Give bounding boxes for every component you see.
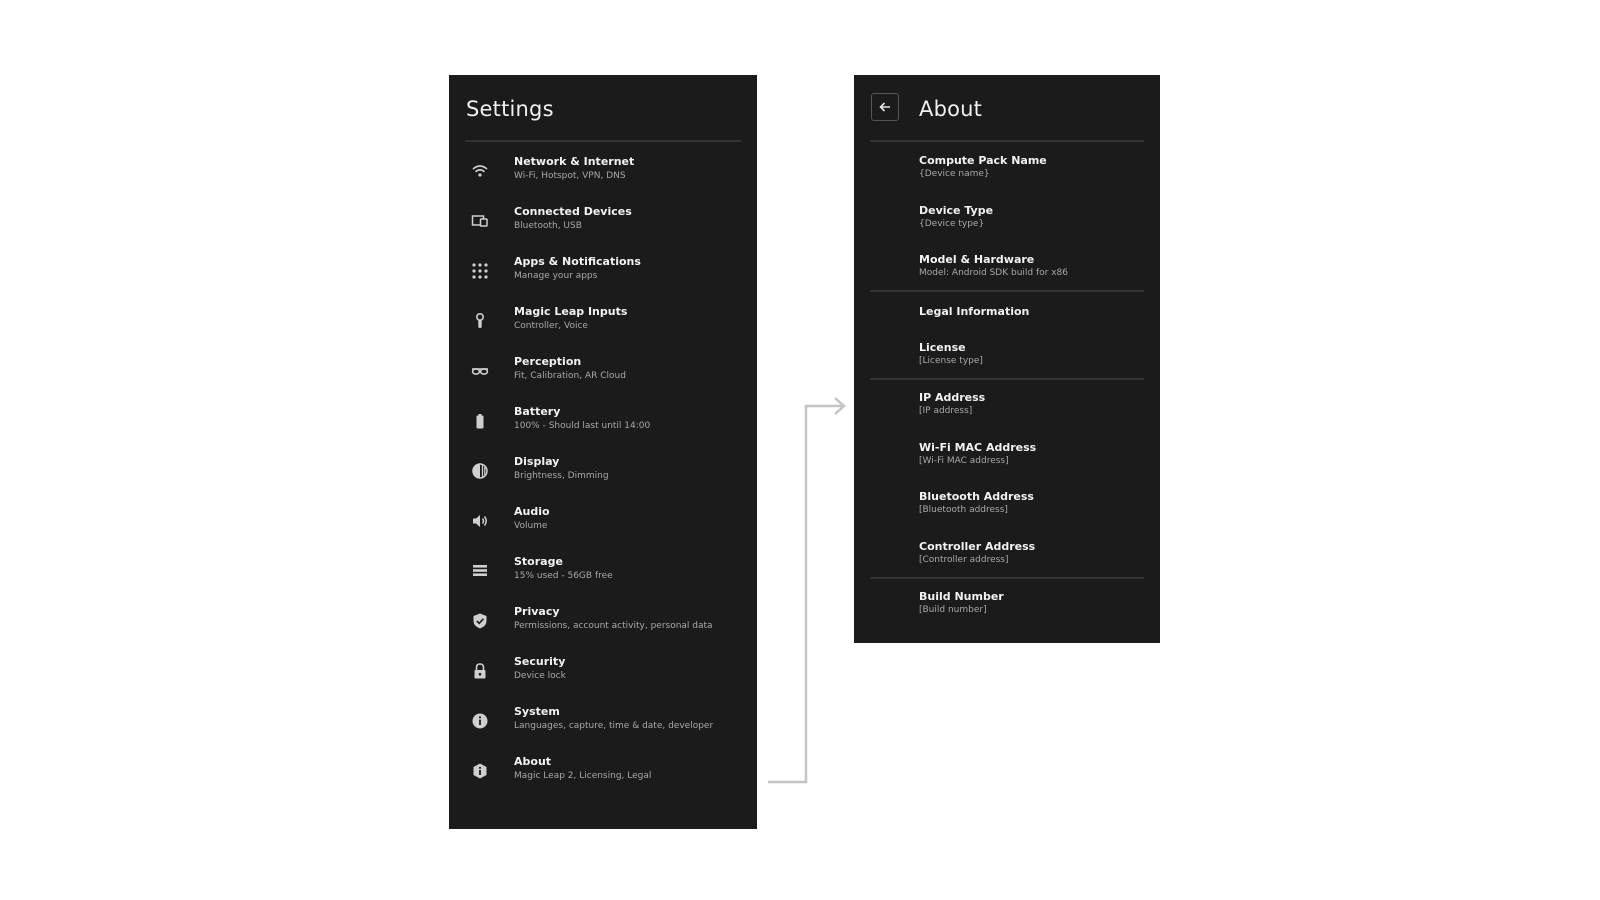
about-item-compute-pack-name[interactable]: Compute Pack Name {Device name} bbox=[854, 151, 1160, 195]
about-item-value: [IP address] bbox=[919, 406, 973, 416]
about-item-bluetooth-address[interactable]: Bluetooth Address [Bluetooth address] bbox=[854, 487, 1160, 531]
flow-connector-arrow bbox=[768, 397, 846, 784]
about-item-label: Device Type bbox=[919, 204, 994, 217]
about-item-license[interactable]: License [License type] bbox=[854, 338, 1160, 382]
about-item-value: [Controller address] bbox=[919, 555, 1009, 565]
back-button[interactable] bbox=[871, 93, 899, 121]
arrow-left-icon bbox=[878, 100, 892, 114]
about-item-label: Wi-Fi MAC Address bbox=[919, 441, 1037, 454]
about-item-label: Controller Address bbox=[919, 540, 1036, 553]
about-item-device-type[interactable]: Device Type {Device type} bbox=[854, 201, 1160, 245]
section-divider bbox=[870, 290, 1144, 292]
about-item-controller-address[interactable]: Controller Address [Controller address] bbox=[854, 537, 1160, 581]
about-title-divider bbox=[870, 140, 1144, 142]
about-item-value: [License type] bbox=[919, 356, 983, 366]
about-item-value: {Device name} bbox=[919, 169, 990, 179]
section-divider bbox=[870, 577, 1144, 579]
about-item-build-number[interactable]: Build Number [Build number] bbox=[854, 587, 1160, 631]
about-item-label: Bluetooth Address bbox=[919, 490, 1034, 503]
about-item-value: {Device type} bbox=[919, 219, 985, 229]
about-item-value: [Build number] bbox=[919, 605, 987, 615]
about-item-label: Compute Pack Name bbox=[919, 154, 1047, 167]
about-item-label: IP Address bbox=[919, 391, 986, 404]
about-item-value: [Bluetooth address] bbox=[919, 505, 1008, 515]
about-item-label: License bbox=[919, 341, 966, 354]
about-item-model-hardware[interactable]: Model & Hardware Model: Android SDK buil… bbox=[854, 250, 1160, 294]
about-item-value: Model: Android SDK build for x86 bbox=[919, 268, 1068, 278]
about-item-value: [Wi-Fi MAC address] bbox=[919, 456, 1009, 466]
about-item-label: Build Number bbox=[919, 590, 1004, 603]
about-panel: About Compute Pack Name {Device name} De… bbox=[854, 75, 1160, 643]
about-item-label: Model & Hardware bbox=[919, 253, 1035, 266]
about-item-wifi-mac-address[interactable]: Wi-Fi MAC Address [Wi-Fi MAC address] bbox=[854, 438, 1160, 482]
section-divider bbox=[870, 378, 1144, 380]
about-item-label: Legal Information bbox=[919, 305, 1030, 318]
about-item-ip-address[interactable]: IP Address [IP address] bbox=[854, 388, 1160, 432]
about-title: About bbox=[919, 97, 983, 121]
